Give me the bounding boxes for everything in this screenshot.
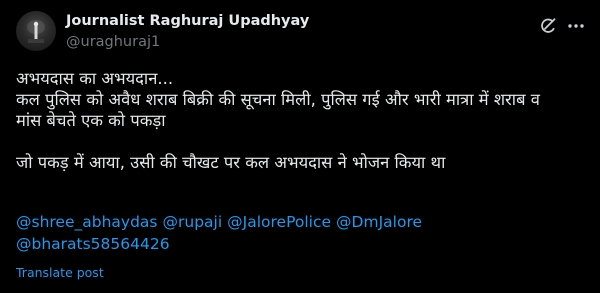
- translate-post-link[interactable]: Translate post: [16, 265, 104, 280]
- mention-link[interactable]: @shree_abhaydas: [16, 213, 158, 231]
- author-name[interactable]: Journalist Raghuraj Upadhyay: [66, 13, 309, 29]
- mention-link[interactable]: @bharats58564426: [16, 235, 170, 253]
- author-avatar[interactable]: [16, 11, 56, 51]
- more-options-icon[interactable]: [565, 15, 587, 37]
- mention-link[interactable]: @JalorePolice: [227, 213, 331, 231]
- tweet-line: जो पकड़ में आया, उसी की चौखट पर कल अभयदा…: [16, 153, 446, 172]
- mention-link[interactable]: @rupaji: [163, 213, 223, 231]
- tweet-line: कल पुलिस को अवैध शराब बिक्री की सूचना मि…: [16, 90, 540, 109]
- grok-icon[interactable]: [537, 15, 559, 37]
- tweet-card: Journalist Raghuraj Upadhyay @uraghuraj1…: [0, 0, 600, 293]
- avatar-image: [27, 20, 45, 43]
- mention-link[interactable]: @DmJalore: [336, 213, 422, 231]
- tweet-line: अभयदास का अभयदान...: [16, 69, 174, 88]
- tweet-text: अभयदास का अभयदान... कल पुलिस को अवैध शरा…: [16, 68, 586, 173]
- author-handle[interactable]: @uraghuraj1: [66, 34, 160, 50]
- mentions: @shree_abhaydas @rupaji @JalorePolice @DmJa…: [16, 211, 586, 255]
- tweet-line: मांस बेचते एक को पकड़ा: [16, 111, 166, 130]
